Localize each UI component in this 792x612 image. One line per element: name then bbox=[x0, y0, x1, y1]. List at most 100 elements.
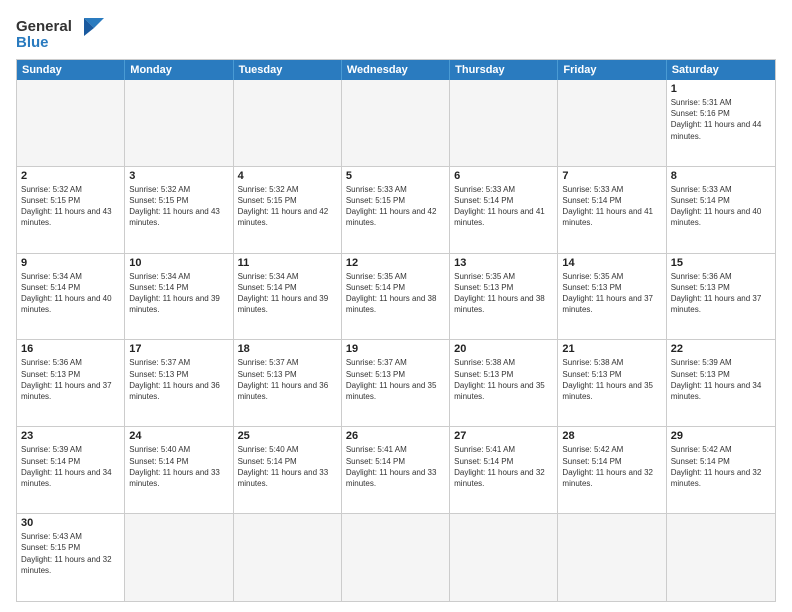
cell-info: Sunrise: 5:43 AMSunset: 5:15 PMDaylight:… bbox=[21, 531, 120, 576]
cell-info: Sunrise: 5:32 AMSunset: 5:15 PMDaylight:… bbox=[238, 184, 337, 229]
cell-info: Sunrise: 5:36 AMSunset: 5:13 PMDaylight:… bbox=[671, 271, 771, 316]
day-cell-17: 17 Sunrise: 5:37 AMSunset: 5:13 PMDayligh… bbox=[125, 340, 233, 427]
cell-info: Sunrise: 5:33 AMSunset: 5:14 PMDaylight:… bbox=[454, 184, 553, 229]
day-cell-16: 16 Sunrise: 5:36 AMSunset: 5:13 PMDayligh… bbox=[17, 340, 125, 427]
day-number: 6 bbox=[454, 170, 553, 182]
empty-cell bbox=[450, 514, 558, 601]
day-cell-12: 12 Sunrise: 5:35 AMSunset: 5:14 PMDayligh… bbox=[342, 254, 450, 341]
day-number: 12 bbox=[346, 257, 445, 269]
day-number: 4 bbox=[238, 170, 337, 182]
day-cell-11: 11 Sunrise: 5:34 AMSunset: 5:14 PMDayligh… bbox=[234, 254, 342, 341]
day-cell-22: 22 Sunrise: 5:39 AMSunset: 5:13 PMDayligh… bbox=[667, 340, 775, 427]
day-number: 19 bbox=[346, 343, 445, 355]
cell-info: Sunrise: 5:39 AMSunset: 5:13 PMDaylight:… bbox=[671, 357, 771, 402]
day-cell-21: 21 Sunrise: 5:38 AMSunset: 5:13 PMDayligh… bbox=[558, 340, 666, 427]
day-cell-24: 24Sunrise: 5:40 AMSunset: 5:14 PMDayligh… bbox=[125, 427, 233, 514]
empty-cell bbox=[234, 514, 342, 601]
empty-cell bbox=[342, 80, 450, 167]
day-number: 9 bbox=[21, 257, 120, 269]
cell-info: Sunrise: 5:37 AMSunset: 5:13 PMDaylight:… bbox=[238, 357, 337, 402]
cell-info: Sunrise: 5:34 AMSunset: 5:14 PMDaylight:… bbox=[21, 271, 120, 316]
day-number: 18 bbox=[238, 343, 337, 355]
day-number: 2 bbox=[21, 170, 120, 182]
day-cell-20: 20 Sunrise: 5:38 AMSunset: 5:13 PMDayligh… bbox=[450, 340, 558, 427]
cell-info: Sunrise: 5:37 AMSunset: 5:13 PMDaylight:… bbox=[129, 357, 228, 402]
day-number: 15 bbox=[671, 257, 771, 269]
calendar-grid: 1Sunrise: 5:31 AMSunset: 5:16 PMDaylight… bbox=[17, 80, 775, 601]
empty-cell bbox=[558, 80, 666, 167]
header-day-friday: Friday bbox=[558, 60, 666, 80]
day-cell-2: 2 Sunrise: 5:32 AMSunset: 5:15 PMDaylight… bbox=[17, 167, 125, 254]
cell-info: Sunrise: 5:36 AMSunset: 5:13 PMDaylight:… bbox=[21, 357, 120, 402]
day-number: 14 bbox=[562, 257, 661, 269]
day-cell-7: 7 Sunrise: 5:33 AMSunset: 5:14 PMDaylight… bbox=[558, 167, 666, 254]
day-number: 26 bbox=[346, 430, 445, 442]
calendar-header: SundayMondayTuesdayWednesdayThursdayFrid… bbox=[17, 60, 775, 80]
day-cell-13: 13 Sunrise: 5:35 AMSunset: 5:13 PMDayligh… bbox=[450, 254, 558, 341]
cell-info: Sunrise: 5:35 AMSunset: 5:14 PMDaylight:… bbox=[346, 271, 445, 316]
calendar: SundayMondayTuesdayWednesdayThursdayFrid… bbox=[16, 59, 776, 602]
day-cell-29: 29Sunrise: 5:42 AMSunset: 5:14 PMDayligh… bbox=[667, 427, 775, 514]
cell-info: Sunrise: 5:41 AMSunset: 5:14 PMDaylight:… bbox=[346, 444, 445, 489]
day-number: 22 bbox=[671, 343, 771, 355]
day-cell-18: 18 Sunrise: 5:37 AMSunset: 5:13 PMDayligh… bbox=[234, 340, 342, 427]
day-number: 27 bbox=[454, 430, 553, 442]
day-cell-27: 27 Sunrise: 5:41 AMSunset: 5:14 PMDayligh… bbox=[450, 427, 558, 514]
day-number: 28 bbox=[562, 430, 661, 442]
day-number: 16 bbox=[21, 343, 120, 355]
empty-cell bbox=[125, 80, 233, 167]
empty-cell bbox=[125, 514, 233, 601]
day-cell-25: 25Sunrise: 5:40 AMSunset: 5:14 PMDayligh… bbox=[234, 427, 342, 514]
day-number: 7 bbox=[562, 170, 661, 182]
day-cell-3: 3 Sunrise: 5:32 AMSunset: 5:15 PMDaylight… bbox=[125, 167, 233, 254]
cell-info: Sunrise: 5:42 AMSunset: 5:14 PMDaylight:… bbox=[671, 444, 771, 489]
cell-info: Sunrise: 5:33 AMSunset: 5:14 PMDaylight:… bbox=[562, 184, 661, 229]
empty-cell bbox=[558, 514, 666, 601]
cell-info: Sunrise: 5:33 AMSunset: 5:15 PMDaylight:… bbox=[346, 184, 445, 229]
cell-info: Sunrise: 5:38 AMSunset: 5:13 PMDaylight:… bbox=[454, 357, 553, 402]
header-day-saturday: Saturday bbox=[667, 60, 775, 80]
header-day-thursday: Thursday bbox=[450, 60, 558, 80]
cell-info: Sunrise: 5:37 AMSunset: 5:13 PMDaylight:… bbox=[346, 357, 445, 402]
cell-info: Sunrise: 5:39 AMSunset: 5:14 PMDaylight:… bbox=[21, 444, 120, 489]
cell-info: Sunrise: 5:38 AMSunset: 5:13 PMDaylight:… bbox=[562, 357, 661, 402]
day-number: 17 bbox=[129, 343, 228, 355]
empty-cell bbox=[450, 80, 558, 167]
day-number: 13 bbox=[454, 257, 553, 269]
day-number: 23 bbox=[21, 430, 120, 442]
day-number: 21 bbox=[562, 343, 661, 355]
logo-text: General bbox=[16, 19, 72, 36]
day-number: 20 bbox=[454, 343, 553, 355]
day-cell-19: 19 Sunrise: 5:37 AMSunset: 5:13 PMDayligh… bbox=[342, 340, 450, 427]
day-number: 3 bbox=[129, 170, 228, 182]
empty-cell bbox=[234, 80, 342, 167]
day-cell-30: 30Sunrise: 5:43 AMSunset: 5:15 PMDayligh… bbox=[17, 514, 125, 601]
day-cell-4: 4 Sunrise: 5:32 AMSunset: 5:15 PMDaylight… bbox=[234, 167, 342, 254]
cell-info: Sunrise: 5:41 AMSunset: 5:14 PMDaylight:… bbox=[454, 444, 553, 489]
header: General Blue bbox=[16, 12, 776, 51]
cell-info: Sunrise: 5:34 AMSunset: 5:14 PMDaylight:… bbox=[238, 271, 337, 316]
header-day-wednesday: Wednesday bbox=[342, 60, 450, 80]
page: General Blue SundayMondayTuesdayWednesda… bbox=[0, 0, 792, 612]
day-cell-15: 15 Sunrise: 5:36 AMSunset: 5:13 PMDayligh… bbox=[667, 254, 775, 341]
day-cell-23: 23 Sunrise: 5:39 AMSunset: 5:14 PMDayligh… bbox=[17, 427, 125, 514]
day-number: 8 bbox=[671, 170, 771, 182]
cell-info: Sunrise: 5:33 AMSunset: 5:14 PMDaylight:… bbox=[671, 184, 771, 229]
logo-icon bbox=[76, 16, 104, 38]
day-number: 10 bbox=[129, 257, 228, 269]
cell-info: Sunrise: 5:32 AMSunset: 5:15 PMDaylight:… bbox=[129, 184, 228, 229]
day-number: 5 bbox=[346, 170, 445, 182]
cell-info: Sunrise: 5:32 AMSunset: 5:15 PMDaylight:… bbox=[21, 184, 120, 229]
day-cell-9: 9 Sunrise: 5:34 AMSunset: 5:14 PMDaylight… bbox=[17, 254, 125, 341]
cell-info: Sunrise: 5:31 AMSunset: 5:16 PMDaylight:… bbox=[671, 97, 771, 142]
day-number: 25 bbox=[238, 430, 337, 442]
day-number: 11 bbox=[238, 257, 337, 269]
header-day-sunday: Sunday bbox=[17, 60, 125, 80]
day-number: 24 bbox=[129, 430, 228, 442]
cell-info: Sunrise: 5:42 AMSunset: 5:14 PMDaylight:… bbox=[562, 444, 661, 489]
cell-info: Sunrise: 5:35 AMSunset: 5:13 PMDaylight:… bbox=[454, 271, 553, 316]
logo: General Blue bbox=[16, 16, 104, 51]
day-cell-6: 6 Sunrise: 5:33 AMSunset: 5:14 PMDaylight… bbox=[450, 167, 558, 254]
cell-info: Sunrise: 5:34 AMSunset: 5:14 PMDaylight:… bbox=[129, 271, 228, 316]
header-day-tuesday: Tuesday bbox=[234, 60, 342, 80]
